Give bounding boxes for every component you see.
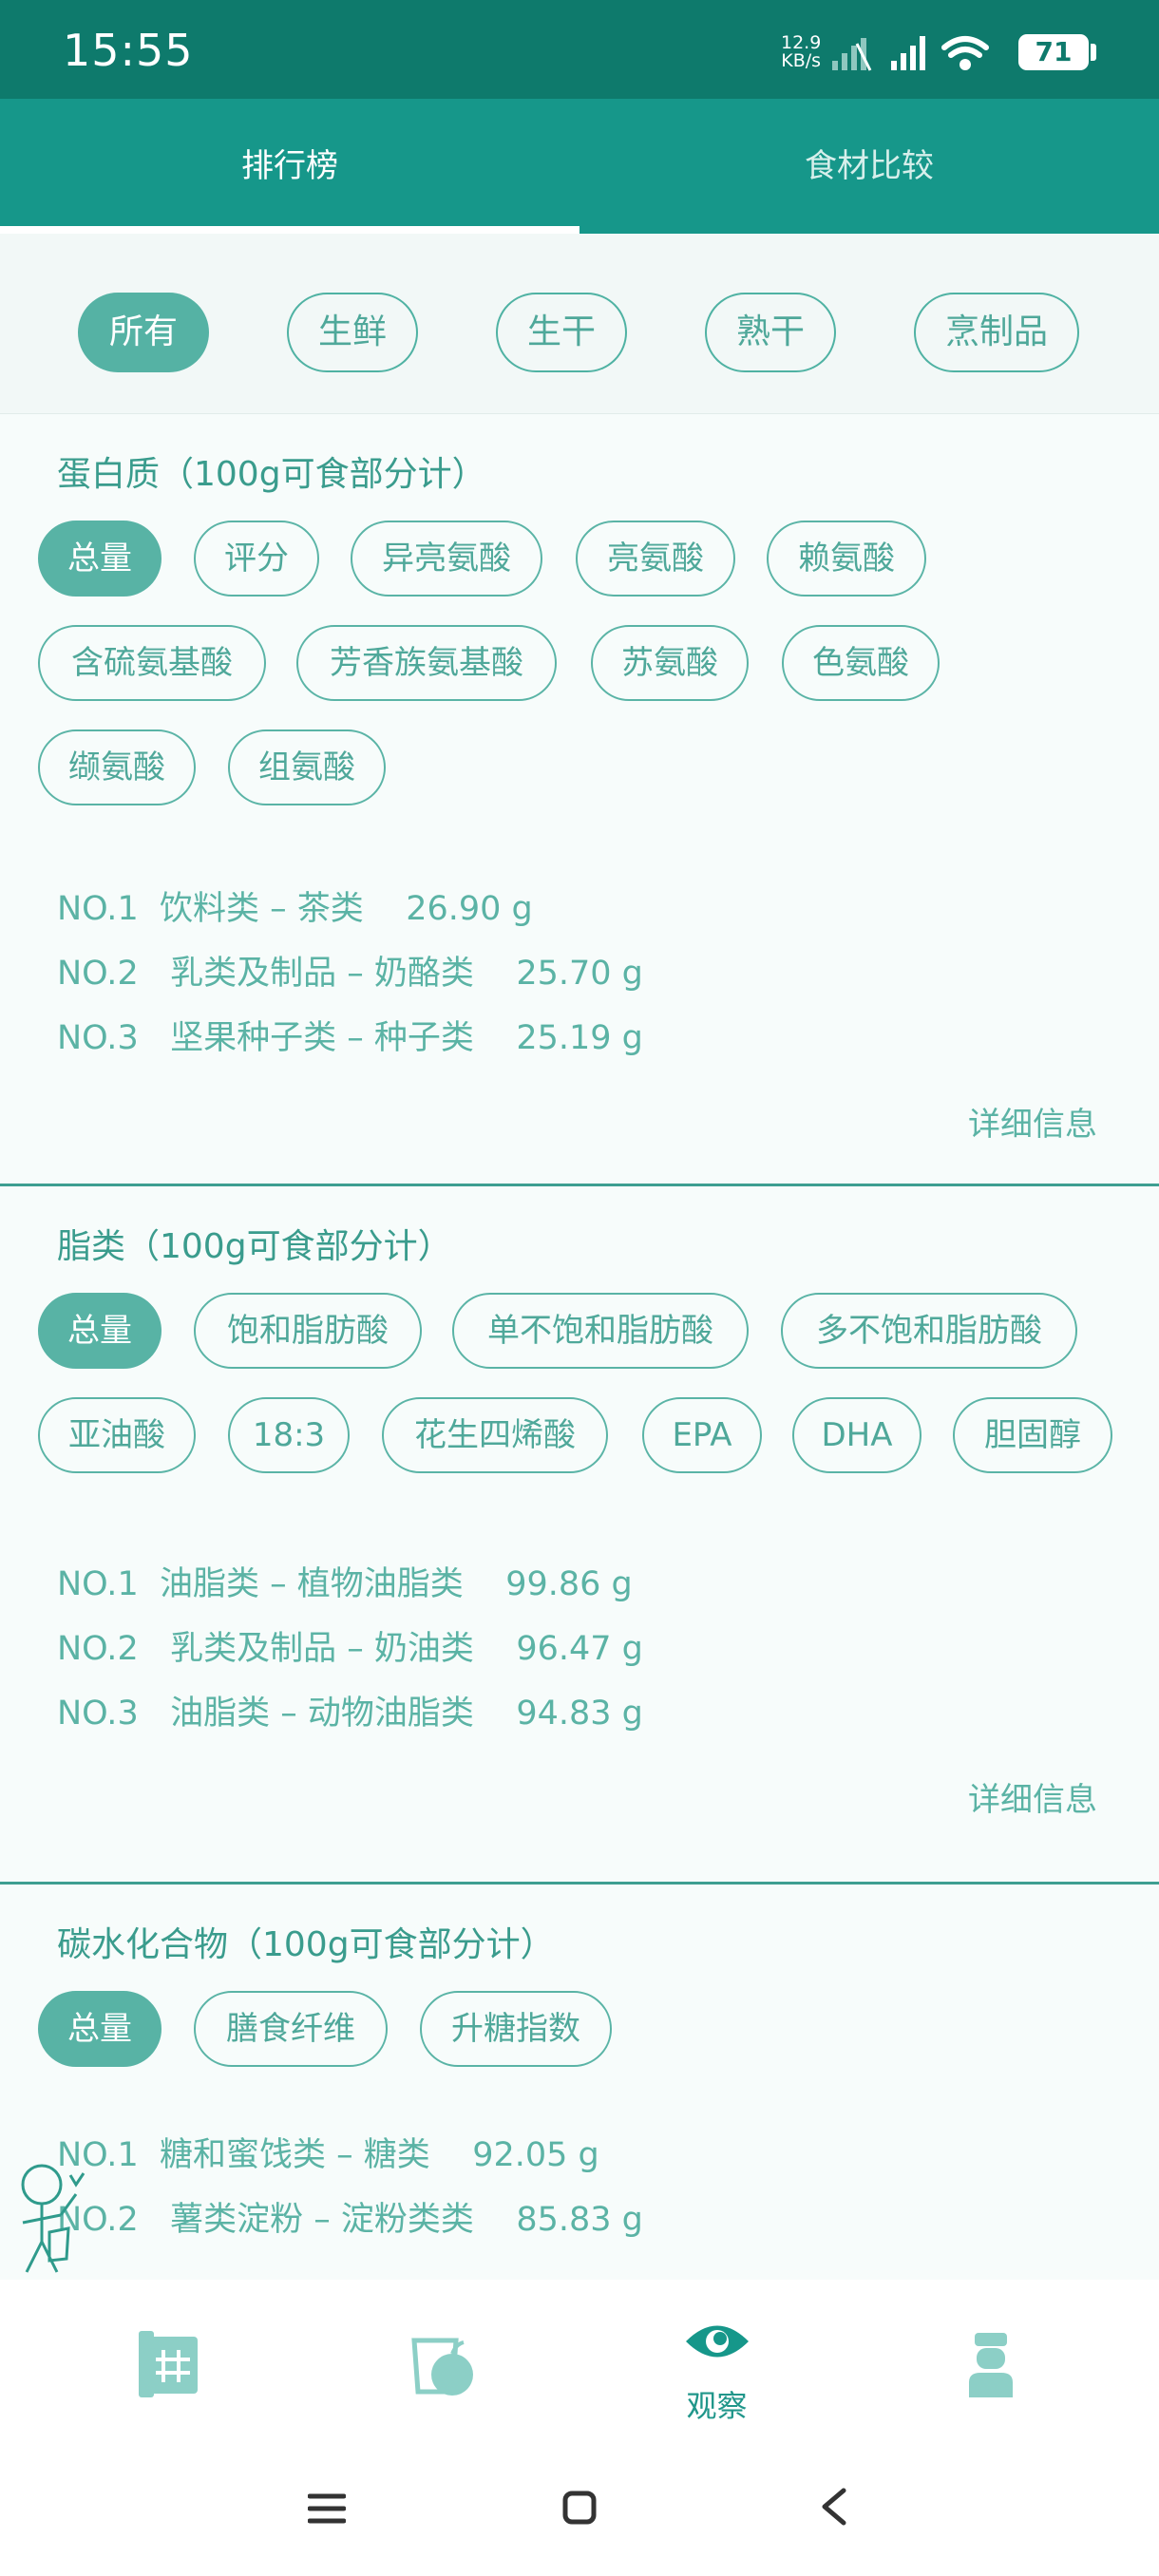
battery-tip [1091, 44, 1096, 61]
rank-item[interactable]: NO.1 油脂类 – 植物油脂类 99.86 g [57, 1557, 633, 1605]
section-title: 脂类（100g可食部分计） [57, 1227, 452, 1266]
category-raw-dry[interactable]: 生干 [496, 293, 627, 372]
tab-indicator [0, 226, 580, 234]
chip-linoleic-acid[interactable]: 亚油酸 [38, 1397, 196, 1473]
nav-food[interactable] [296, 2280, 586, 2441]
chip-saturated-fat[interactable]: 饱和脂肪酸 [194, 1293, 422, 1369]
rank-item[interactable]: NO.2 薯类淀粉 – 淀粉类类 85.83 g [57, 2192, 643, 2241]
chip-glycemic-index[interactable]: 升糖指数 [420, 1991, 612, 2067]
chip-dietary-fiber[interactable]: 膳食纤维 [194, 1991, 388, 2067]
section-title: 碳水化合物（100g可食部分计） [57, 1925, 555, 1964]
rank-item[interactable]: NO.2 乳类及制品 – 奶油类 96.47 g [57, 1621, 643, 1670]
status-icons [832, 32, 1013, 78]
chip-monounsaturated-fat[interactable]: 单不饱和脂肪酸 [452, 1293, 749, 1369]
menu-icon[interactable] [308, 2492, 346, 2525]
tab-food-compare[interactable]: 食材比较 [580, 99, 1159, 234]
home-icon[interactable] [562, 2491, 597, 2525]
chip-isoleucine[interactable]: 异亮氨酸 [351, 521, 542, 597]
category-filter: 所有 生鲜 生干 熟干 烹制品 [0, 234, 1159, 414]
category-cooked-dry[interactable]: 熟干 [705, 293, 836, 372]
chip-total[interactable]: 总量 [38, 1991, 162, 2067]
rank-item[interactable]: NO.3 油脂类 – 动物油脂类 94.83 g [57, 1686, 643, 1734]
fat-section: 脂类（100g可食部分计） 总量 饱和脂肪酸 单不饱和脂肪酸 多不饱和脂肪酸 亚… [0, 1186, 1159, 1884]
chip-lysine[interactable]: 赖氨酸 [767, 521, 926, 597]
carb-section: 碳水化合物（100g可食部分计） 总量 膳食纤维 升糖指数 NO.1 糖和蜜饯类… [0, 1885, 1159, 2280]
battery-icon: 71 [1018, 34, 1089, 70]
chip-histidine[interactable]: 组氨酸 [228, 729, 386, 805]
top-tab-bar: 排行榜 食材比较 [0, 99, 1159, 234]
rank-item[interactable]: NO.1 糖和蜜饯类 – 糖类 92.05 g [57, 2128, 599, 2176]
chip-aromatic-amino-acids[interactable]: 芳香族氨基酸 [296, 625, 557, 701]
chip-18-3[interactable]: 18:3 [228, 1397, 350, 1473]
chip-dha[interactable]: DHA [792, 1397, 922, 1473]
nav-calculator[interactable] [21, 2280, 311, 2441]
system-nav-bar [0, 2441, 1159, 2576]
tab-ranking[interactable]: 排行榜 [0, 99, 580, 234]
section-title: 蛋白质（100g可食部分计） [57, 455, 486, 494]
signal-wifi-icons [832, 36, 989, 71]
status-time: 15:55 [63, 25, 194, 76]
nav-doctor[interactable] [847, 2280, 1137, 2441]
chip-tryptophan[interactable]: 色氨酸 [782, 625, 940, 701]
chip-sulfur-amino-acids[interactable]: 含硫氨基酸 [38, 625, 266, 701]
chip-threonine[interactable]: 苏氨酸 [591, 625, 749, 701]
back-icon[interactable] [819, 2487, 847, 2527]
ranking-list[interactable]: 蛋白质（100g可食部分计） 总量 评分 异亮氨酸 亮氨酸 赖氨酸 含硫氨基酸 … [0, 414, 1159, 2280]
chip-score[interactable]: 评分 [194, 521, 319, 597]
chip-polyunsaturated-fat[interactable]: 多不饱和脂肪酸 [781, 1293, 1077, 1369]
protein-section: 蛋白质（100g可食部分计） 总量 评分 异亮氨酸 亮氨酸 赖氨酸 含硫氨基酸 … [0, 414, 1159, 1185]
nav-observe[interactable]: 观察 [572, 2280, 862, 2441]
chip-total[interactable]: 总量 [38, 521, 162, 597]
chip-arachidonic-acid[interactable]: 花生四烯酸 [382, 1397, 608, 1473]
rank-item[interactable]: NO.3 坚果种子类 – 种子类 25.19 g [57, 1011, 643, 1059]
details-link[interactable]: 详细信息 [968, 1773, 1097, 1820]
category-fresh[interactable]: 生鲜 [287, 293, 418, 372]
mascot-icon[interactable] [10, 2156, 95, 2280]
details-link[interactable]: 详细信息 [968, 1098, 1097, 1145]
nav-label-observe: 观察 [686, 2388, 748, 2424]
network-speed: 12.9 KB/s [781, 32, 822, 71]
calculator-grid-icon [139, 2331, 198, 2397]
chip-valine[interactable]: 缬氨酸 [38, 729, 196, 805]
eye-icon [686, 2325, 749, 2358]
chip-total[interactable]: 总量 [38, 1293, 162, 1369]
category-all[interactable]: 所有 [78, 293, 209, 372]
rank-item[interactable]: NO.2 乳类及制品 – 奶酪类 25.70 g [57, 946, 643, 994]
chip-leucine[interactable]: 亮氨酸 [576, 521, 735, 597]
bottom-nav: 观察 [0, 2280, 1159, 2441]
chip-epa[interactable]: EPA [642, 1397, 762, 1473]
food-apple-icon [411, 2338, 473, 2396]
status-bar: 15:55 12.9 KB/s 71 [0, 0, 1159, 99]
chip-cholesterol[interactable]: 胆固醇 [953, 1397, 1112, 1473]
category-cooked[interactable]: 烹制品 [914, 293, 1079, 372]
doctor-icon [969, 2333, 1013, 2397]
rank-item[interactable]: NO.1 饮料类 – 茶类 26.90 g [57, 881, 533, 930]
